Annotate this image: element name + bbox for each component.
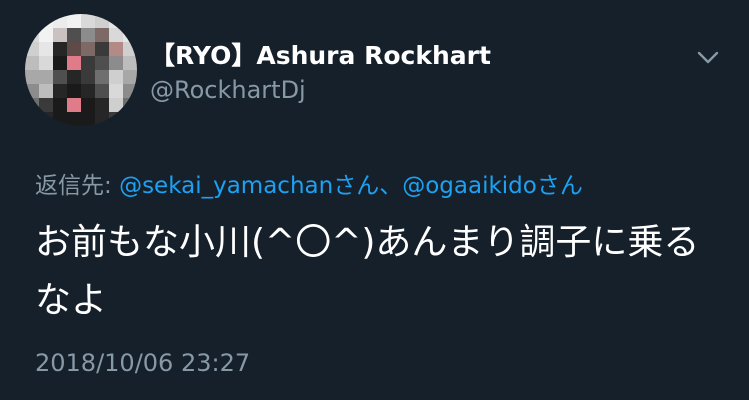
tweet-text: お前もな小川(^〇^)あんまり調子に乗るなよ [35, 222, 700, 321]
chevron-down-icon[interactable] [693, 42, 723, 72]
mention-suffix[interactable]: さん [537, 173, 583, 199]
tweet-timestamp[interactable]: 2018/10/06 23:27 [35, 349, 250, 377]
reply-prefix: 返信先: [35, 173, 120, 199]
user-handle[interactable]: @RockhartDj [150, 76, 306, 104]
display-name[interactable]: 【RYO】Ashura Rockhart [150, 36, 491, 72]
tweet-card: 【RYO】Ashura Rockhart @RockhartDj 返信先: @s… [0, 0, 749, 400]
mention-link[interactable]: @sekai_yamachan [119, 173, 333, 199]
mention-suffix[interactable]: さん、 [333, 173, 402, 199]
reply-to-line: 返信先: @sekai_yamachanさん、@ogaaikidoさん [35, 166, 583, 200]
mention-link[interactable]: @ogaaikido [402, 173, 537, 199]
avatar[interactable] [25, 14, 137, 126]
